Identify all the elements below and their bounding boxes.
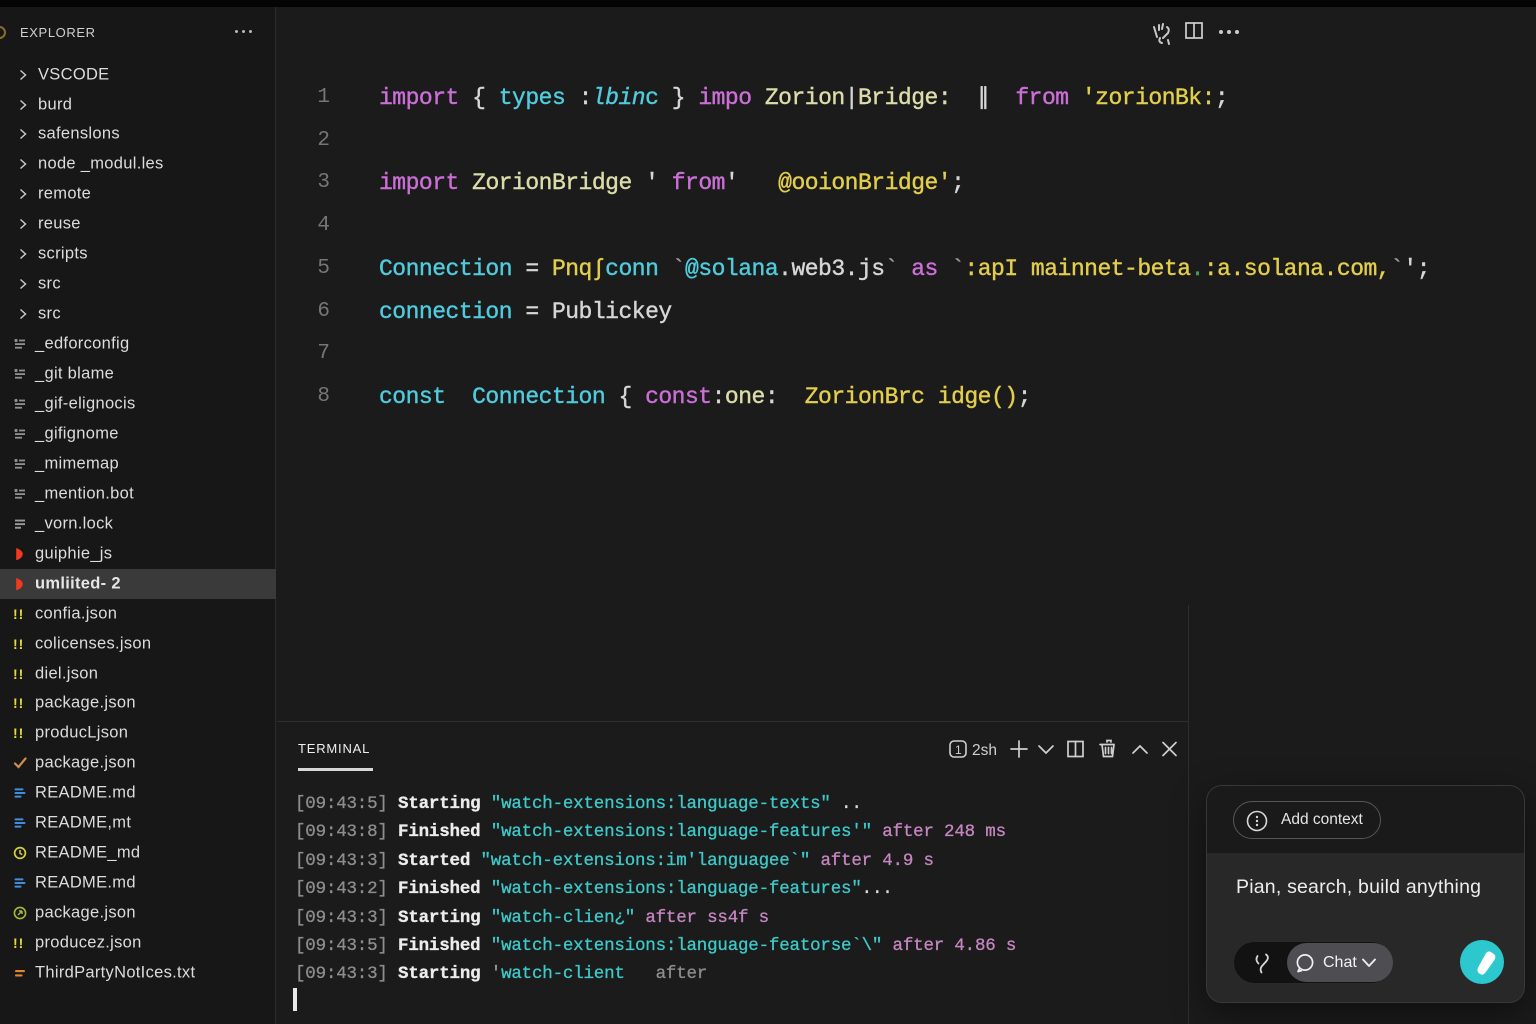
svg-text:2sh: 2sh	[972, 742, 997, 759]
svg-text:1: 1	[955, 743, 962, 757]
